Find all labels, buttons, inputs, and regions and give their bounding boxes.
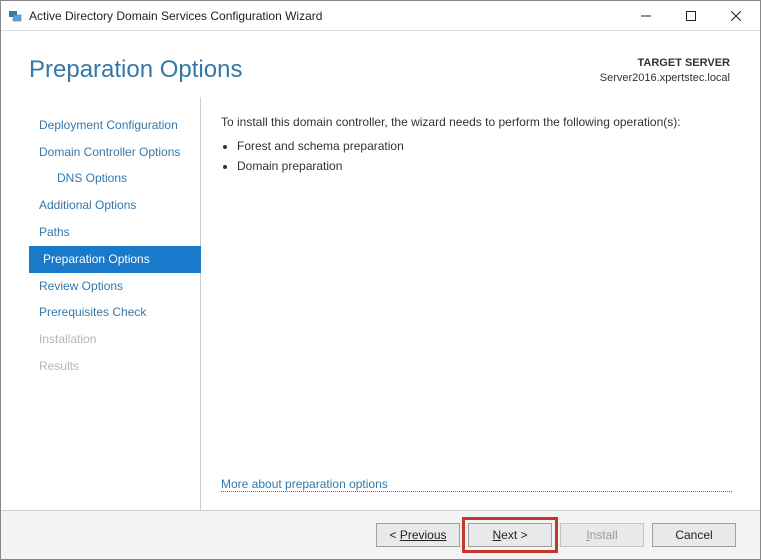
more-about-link[interactable]: More about preparation options — [221, 477, 732, 492]
target-server-info: TARGET SERVER Server2016.xpertstec.local — [600, 56, 730, 87]
sidebar-item-preparation-options[interactable]: Preparation Options — [29, 246, 201, 273]
sidebar-item-deployment-configuration[interactable]: Deployment Configuration — [29, 112, 200, 139]
minimize-button[interactable] — [623, 1, 668, 30]
wizard-header: Preparation Options TARGET SERVER Server… — [1, 31, 760, 97]
sidebar-item-additional-options[interactable]: Additional Options — [29, 192, 200, 219]
sidebar-item-prerequisites-check[interactable]: Prerequisites Check — [29, 299, 200, 326]
cancel-button[interactable]: Cancel — [652, 523, 736, 547]
install-button: Install — [560, 523, 644, 547]
sidebar-item-installation: Installation — [29, 326, 200, 353]
list-item: Domain preparation — [237, 159, 732, 173]
sidebar-nav: Deployment ConfigurationDomain Controlle… — [29, 97, 201, 510]
main-panel: To install this domain controller, the w… — [201, 97, 732, 510]
sidebar-item-domain-controller-options[interactable]: Domain Controller Options — [29, 139, 200, 166]
description-text: To install this domain controller, the w… — [221, 115, 732, 129]
page-title: Preparation Options — [29, 56, 242, 84]
server-manager-icon — [7, 8, 23, 24]
sidebar-item-dns-options[interactable]: DNS Options — [29, 165, 200, 192]
window-title: Active Directory Domain Services Configu… — [29, 9, 623, 23]
sidebar-item-results: Results — [29, 353, 200, 380]
titlebar: Active Directory Domain Services Configu… — [1, 1, 760, 31]
next-button[interactable]: Next > — [468, 523, 552, 547]
close-button[interactable] — [713, 1, 758, 30]
window-controls — [623, 1, 758, 30]
wizard-footer: < Previous Next > Install Cancel — [1, 510, 760, 559]
sidebar-item-paths[interactable]: Paths — [29, 219, 200, 246]
list-item: Forest and schema preparation — [237, 139, 732, 153]
target-server-name: Server2016.xpertstec.local — [600, 71, 730, 86]
wizard-content: Deployment ConfigurationDomain Controlle… — [1, 97, 760, 510]
operations-list: Forest and schema preparation Domain prep… — [221, 139, 732, 179]
target-server-label: TARGET SERVER — [600, 56, 730, 71]
previous-button[interactable]: < Previous — [376, 523, 460, 547]
sidebar-item-review-options[interactable]: Review Options — [29, 273, 200, 300]
maximize-button[interactable] — [668, 1, 713, 30]
